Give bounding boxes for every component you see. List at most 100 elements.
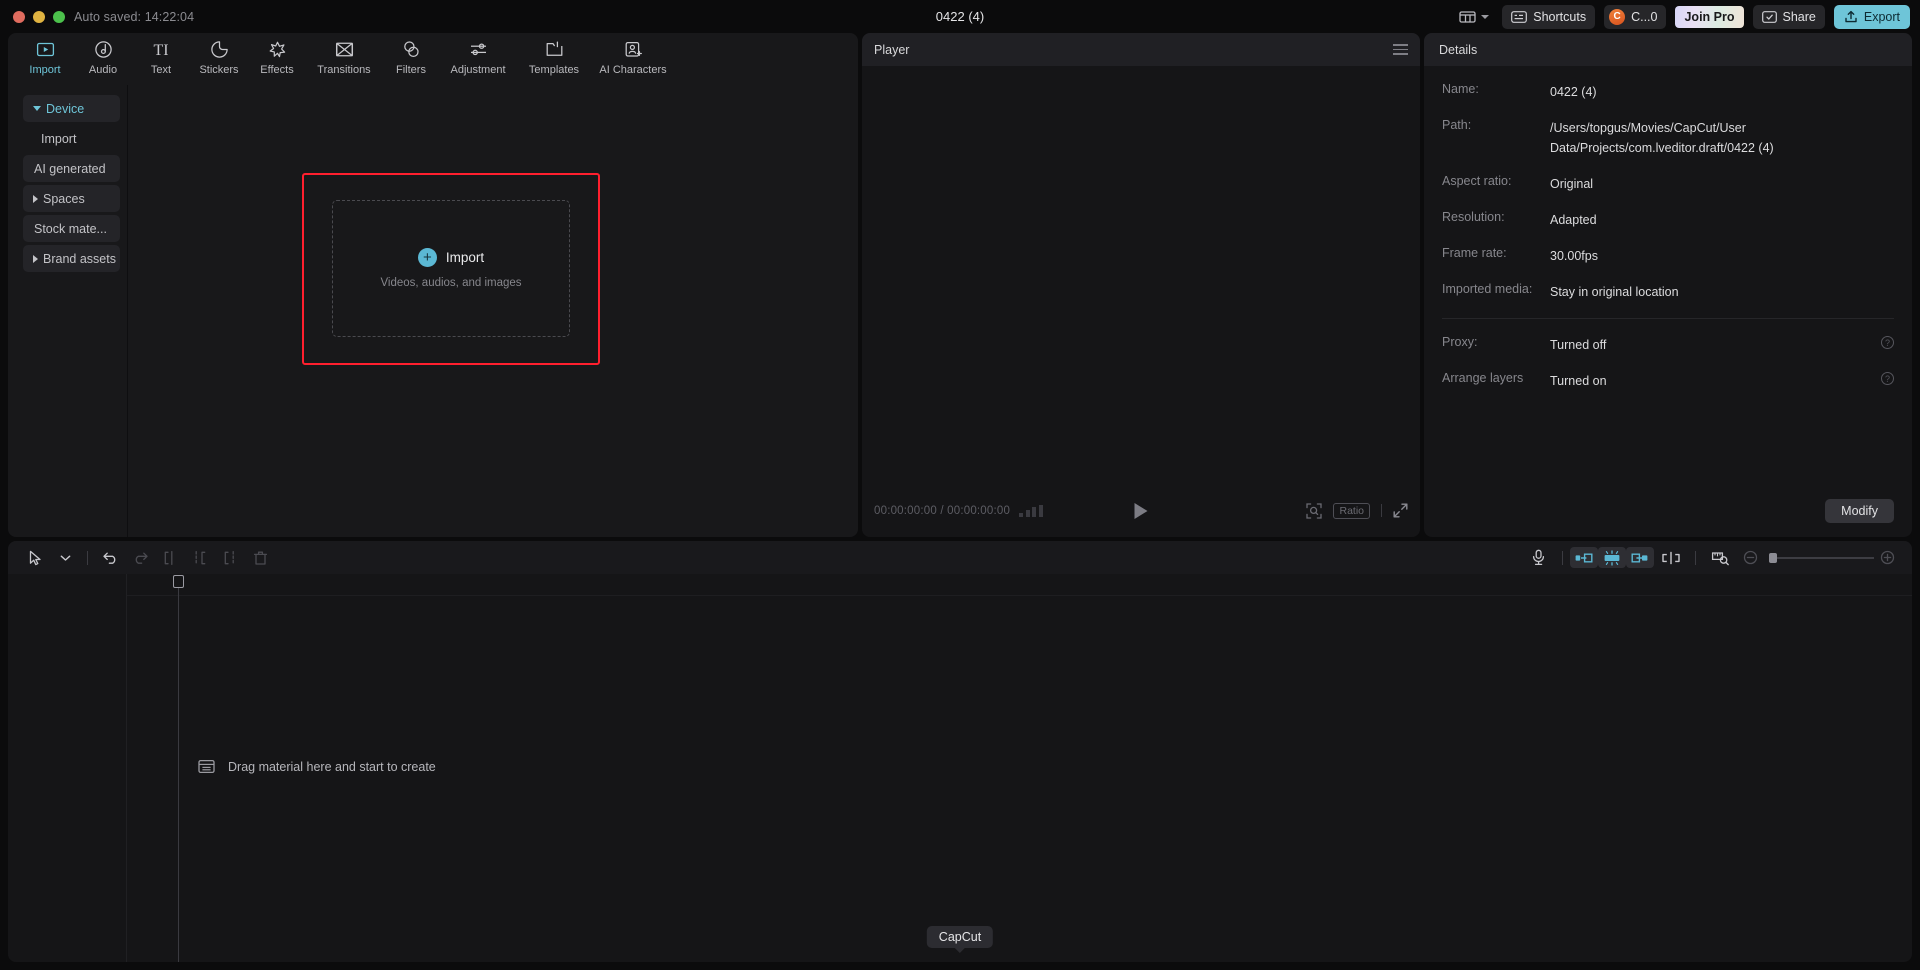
modify-button[interactable]: Modify [1825, 499, 1894, 523]
help-icon[interactable]: ? [1881, 336, 1894, 349]
player-right-controls: Ratio [1306, 502, 1408, 519]
ratio-button[interactable]: Ratio [1333, 502, 1370, 519]
details-row-imported-media: Imported media: Stay in original locatio… [1442, 282, 1894, 302]
sidebar-item-label: Stock mate... [34, 221, 107, 236]
details-value: Original [1550, 177, 1594, 191]
mirror-split-icon[interactable] [1654, 547, 1688, 568]
sidebar-item-ai-generated[interactable]: AI generated [23, 155, 120, 182]
tab-label: Audio [88, 64, 118, 76]
select-arrow-icon[interactable] [20, 546, 50, 570]
tab-label: AI Characters [599, 64, 667, 76]
timeline-toolbar [8, 541, 1912, 574]
auto-snap-icon[interactable] [1598, 547, 1626, 568]
delete-icon[interactable] [245, 546, 275, 570]
details-panel: Details Name: 0422 (4) Path: /Users/topg… [1424, 33, 1912, 537]
filters-icon [402, 39, 421, 60]
timeline-empty-message: Drag material here and start to create [228, 759, 436, 774]
redo-icon[interactable] [125, 546, 155, 570]
timeline-ruler[interactable] [8, 574, 1912, 596]
tab-text[interactable]: TI Text [132, 33, 190, 76]
hamburger-menu-icon[interactable] [1393, 44, 1408, 55]
svg-text:TI: TI [153, 42, 168, 59]
sidebar-item-device[interactable]: Device [23, 95, 120, 122]
maximize-window-button[interactable] [53, 10, 65, 23]
timeline-zoom-slider[interactable] [1769, 552, 1874, 563]
player-controls: 00:00:00:00 / 00:00:00:00 Ratio [862, 484, 1420, 537]
close-window-button[interactable] [13, 10, 25, 23]
help-icon[interactable]: ? [1881, 372, 1894, 385]
details-value: /Users/topgus/Movies/CapCut/User Data/Pr… [1550, 121, 1774, 155]
player-canvas [862, 66, 1420, 484]
crop-zoom-icon[interactable] [1306, 502, 1323, 519]
tab-transitions[interactable]: Transitions [306, 33, 382, 76]
import-icon [36, 39, 55, 60]
share-button[interactable]: Share [1752, 4, 1825, 29]
tab-bar: Import Audio TI Text Stickers Effects Tr… [8, 33, 858, 85]
import-dropzone-highlight[interactable]: + Import Videos, audios, and images [302, 173, 600, 365]
tab-stickers[interactable]: Stickers [190, 33, 248, 76]
split-icon[interactable] [155, 546, 185, 570]
ai-characters-icon [624, 39, 643, 60]
layout-switcher-button[interactable] [1455, 7, 1493, 27]
account-button[interactable]: C C...0 [1604, 4, 1667, 29]
trim-right-icon[interactable] [215, 546, 245, 570]
zoom-out-icon[interactable] [1737, 547, 1763, 568]
sidebar-item-brand-assets[interactable]: Brand assets [23, 245, 120, 272]
tab-audio[interactable]: Audio [74, 33, 132, 76]
divider [1562, 550, 1563, 565]
details-title: Details [1439, 42, 1478, 57]
tab-filters[interactable]: Filters [382, 33, 440, 76]
microphone-icon[interactable] [1521, 547, 1555, 568]
trim-left-icon[interactable] [185, 546, 215, 570]
timeline-tools-right [1521, 547, 1900, 568]
details-body: Name: 0422 (4) Path: /Users/topgus/Movie… [1424, 66, 1912, 537]
chevron-down-icon[interactable] [50, 546, 80, 570]
import-label: Import [445, 250, 485, 265]
minimize-window-button[interactable] [33, 10, 45, 23]
import-dropzone[interactable]: + Import Videos, audios, and images [332, 200, 570, 337]
shortcuts-button[interactable]: Shortcuts [1502, 4, 1596, 29]
details-value[interactable]: Turned on [1550, 371, 1607, 391]
export-button[interactable]: Export [1833, 4, 1910, 29]
details-row-arrange-layers: Arrange layers Turned on ? [1442, 371, 1894, 391]
fullscreen-icon[interactable] [1393, 503, 1408, 518]
undo-icon[interactable] [95, 546, 125, 570]
playhead-handle[interactable] [173, 575, 184, 588]
ruler-zoom-icon[interactable] [1703, 547, 1737, 568]
join-pro-button[interactable]: Join Pro [1675, 5, 1744, 28]
sidebar-item-spaces[interactable]: Spaces [23, 185, 120, 212]
tab-import[interactable]: Import [16, 33, 74, 76]
details-value[interactable]: Turned off [1550, 335, 1606, 355]
tab-templates[interactable]: Templates [516, 33, 592, 76]
share-label: Share [1782, 9, 1816, 24]
snap-right-icon[interactable] [1626, 547, 1654, 568]
window-traffic-lights [13, 10, 65, 23]
sidebar-item-import[interactable]: Import [23, 125, 120, 152]
details-label: Arrange layers [1442, 371, 1524, 385]
sidebar-item-stock-materials[interactable]: Stock mate... [23, 215, 120, 242]
tab-label: Templates [528, 64, 580, 76]
details-row-resolution: Resolution: Adapted [1442, 210, 1894, 230]
zoom-slider-track[interactable] [1769, 552, 1874, 563]
capcut-tooltip: CapCut [926, 926, 994, 953]
timeline-empty-state: Drag material here and start to create [198, 759, 436, 774]
details-header: Details [1424, 33, 1912, 66]
details-value: Stay in original location [1550, 285, 1679, 299]
tab-effects[interactable]: Effects [248, 33, 306, 76]
snap-left-icon[interactable] [1570, 547, 1598, 568]
triangle-right-icon [33, 194, 38, 203]
timeline-playhead[interactable] [173, 575, 184, 962]
sidebar-item-label: Brand assets [43, 251, 116, 266]
zoom-in-icon[interactable] [1874, 547, 1900, 568]
player-title: Player [874, 42, 910, 57]
details-label: Aspect ratio: [1442, 174, 1512, 188]
play-triangle-icon[interactable] [1134, 502, 1148, 519]
divider [1381, 504, 1382, 517]
tab-ai-characters[interactable]: AI Characters [592, 33, 674, 76]
templates-icon [545, 39, 564, 60]
player-header: Player [862, 33, 1420, 66]
tab-adjustment[interactable]: Adjustment [440, 33, 516, 76]
details-label: Imported media: [1442, 282, 1533, 296]
export-upload-icon [1844, 10, 1858, 24]
zoom-slider-knob[interactable] [1769, 552, 1777, 563]
